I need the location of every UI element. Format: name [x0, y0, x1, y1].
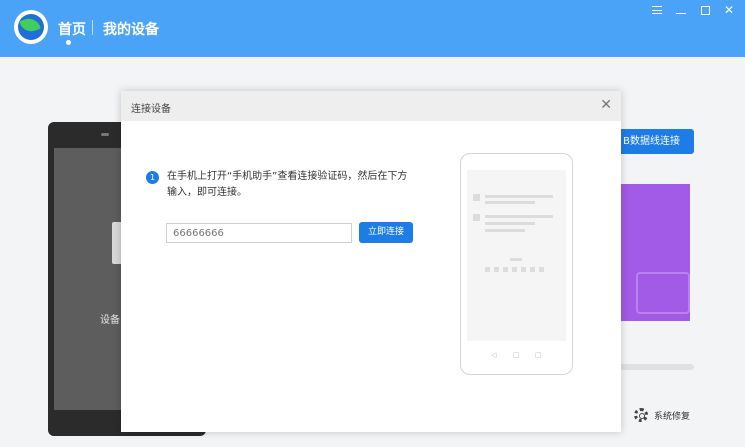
menu-icon[interactable] [649, 3, 665, 17]
illustration-line [485, 201, 535, 204]
nav-divider [92, 20, 93, 35]
illustration-line [485, 229, 525, 232]
step-number-badge: 1 [146, 171, 159, 184]
code-placeholder-digit [539, 267, 544, 272]
code-placeholder-digit [512, 267, 517, 272]
nav-my-devices-tab[interactable]: 我的设备 [103, 19, 159, 39]
gear-icon [634, 408, 648, 422]
code-placeholder-digit [503, 267, 508, 272]
window-controls: ✕ [649, 3, 737, 17]
close-icon[interactable]: ✕ [721, 3, 737, 17]
code-placeholder-digit [494, 267, 499, 272]
phone-speaker [101, 133, 109, 136]
system-repair-label: 系统修复 [654, 411, 691, 422]
active-tab-indicator [66, 40, 71, 45]
connect-instruction: 在手机上打开“手机助手”查看连接验证码，然后在下方输入，即可连接。 [167, 171, 408, 198]
illustration-item-icon [473, 194, 480, 201]
code-placeholder-digit [530, 267, 535, 272]
app-logo-icon [14, 10, 48, 44]
verification-code-input[interactable] [166, 223, 352, 243]
back-nav-icon: ◁ [491, 351, 497, 359]
illustration-line [510, 258, 522, 261]
connect-device-dialog: 连接设备 ✕ 1 在手机上打开“手机助手”查看连接验证码，然后在下方输入，即可连… [121, 91, 621, 432]
promo-decoration [636, 272, 690, 314]
illustration-line [485, 215, 553, 218]
minimize-icon[interactable] [673, 3, 689, 17]
system-repair-button[interactable]: 系统修复 [634, 408, 690, 422]
code-placeholder-digit [485, 267, 490, 272]
dialog-close-icon[interactable]: ✕ [600, 97, 612, 113]
nav-home-tab[interactable]: 首页 [58, 19, 86, 39]
illustration-line [485, 222, 535, 225]
illustration-item-icon [473, 214, 480, 221]
recents-nav-icon: □ [535, 351, 542, 359]
maximize-icon[interactable] [697, 3, 713, 17]
home-nav-icon: □ [513, 351, 520, 359]
dialog-header: 连接设备 ✕ [121, 91, 621, 121]
connect-now-button[interactable]: 立即连接 [359, 222, 413, 243]
illustration-line [485, 195, 553, 198]
app-header: 首页 我的设备 ✕ [0, 0, 745, 57]
code-placeholder-digit [521, 267, 526, 272]
dialog-title: 连接设备 [131, 104, 171, 115]
device-label: 设备 [100, 315, 120, 326]
